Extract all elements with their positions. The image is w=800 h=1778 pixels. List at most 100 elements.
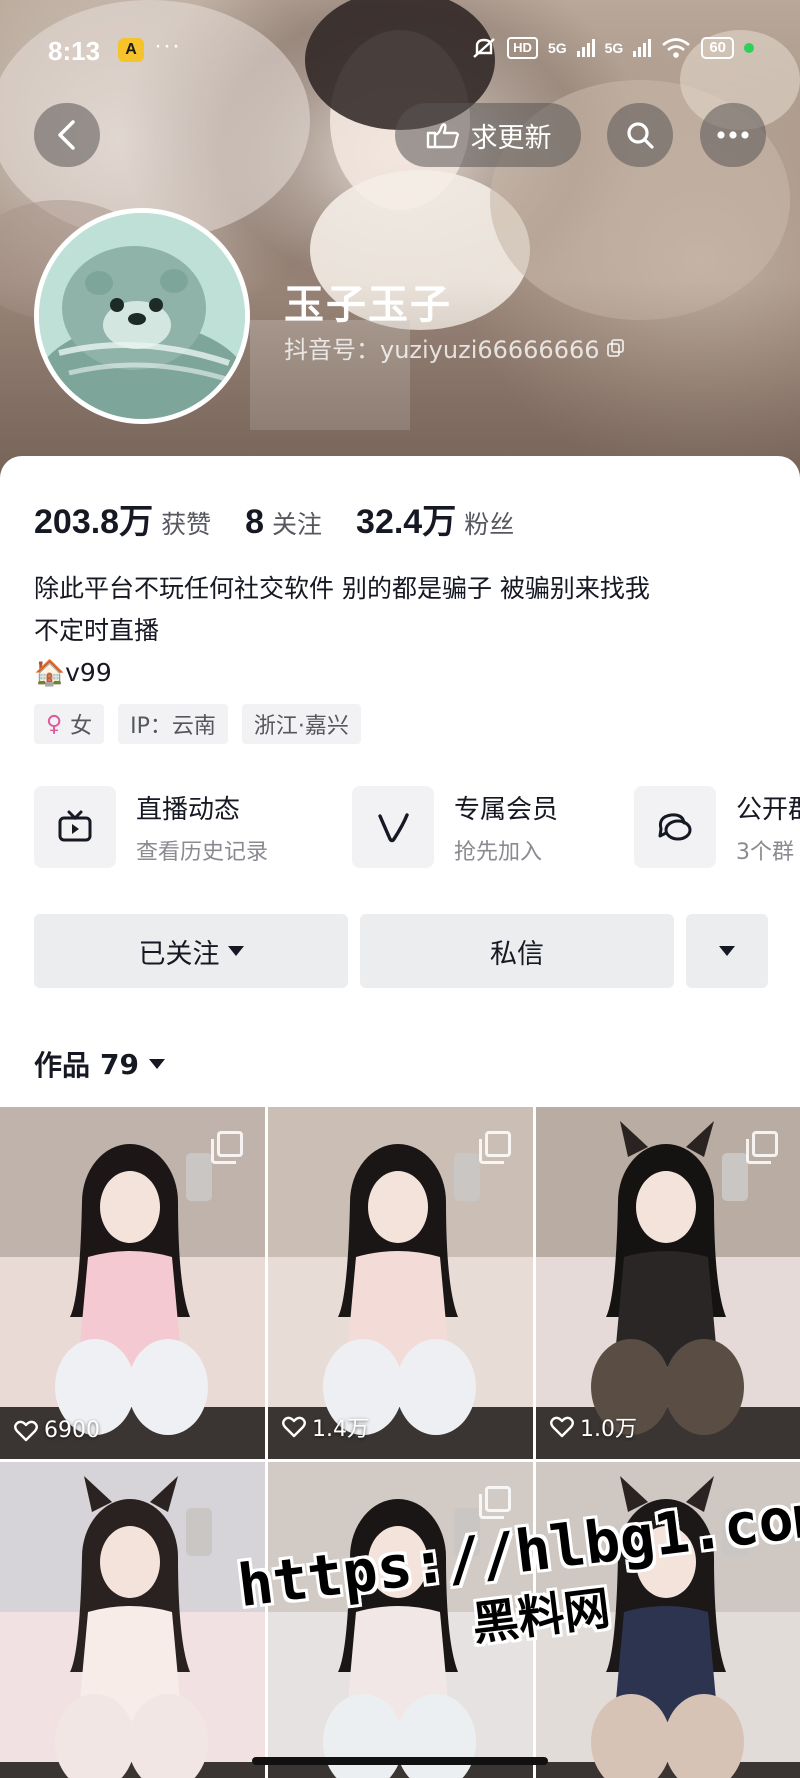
feature-live-history[interactable]: 直播动态 查看历史记录 <box>34 786 268 868</box>
network-label-1: 5G <box>547 40 567 56</box>
feature-member-title: 专属会员 <box>454 794 559 825</box>
video-tile[interactable]: 6900 <box>0 1107 265 1459</box>
video-tile[interactable]: 1.4万 <box>268 1107 533 1459</box>
member-v-icon <box>378 813 409 843</box>
ip-location-tag: IP：云南 <box>118 704 228 744</box>
signal-bars-icon-2 <box>633 39 652 57</box>
more-dots-icon <box>717 131 749 139</box>
tile-likes-count: 1.4万 <box>312 1417 369 1442</box>
privacy-indicator-dot <box>744 43 754 53</box>
female-icon: ♀ <box>46 711 63 737</box>
feature-public-groups[interactable]: 公开群 3个群 <box>634 786 800 868</box>
status-right: HD 5G 5G 60 <box>471 36 754 60</box>
status-bar: 8:13 A ··· HD 5G 5G 60 <box>0 30 800 70</box>
stat-following[interactable]: 8 关注 <box>245 503 322 542</box>
tile-likes-count: 6900 <box>44 1418 100 1443</box>
recommend-dropdown-button[interactable] <box>686 914 768 988</box>
works-tab[interactable]: 作品 79 <box>34 1044 165 1084</box>
works-grid: 6900 1.4万 1.0万 <box>0 1107 800 1778</box>
heart-icon <box>550 1416 574 1438</box>
feature-membership[interactable]: 专属会员 抢先加入 <box>352 786 558 868</box>
tv-icon <box>58 810 92 842</box>
stat-likes[interactable]: 203.8万 获赞 <box>34 494 211 543</box>
chevron-left-icon <box>58 120 75 150</box>
request-update-label: 求更新 <box>470 122 552 154</box>
mute-icon <box>473 38 495 58</box>
search-button[interactable] <box>607 103 673 167</box>
feature-group-sub: 3个群 <box>736 839 794 865</box>
city-label: 浙江·嘉兴 <box>253 714 349 739</box>
caret-down-icon <box>227 946 244 956</box>
pointing-hand-icon <box>426 123 459 149</box>
following-button-label: 已关注 <box>138 938 220 970</box>
feature-member-icon-box <box>352 786 434 868</box>
back-button[interactable] <box>34 103 100 167</box>
heart-icon <box>282 1416 306 1438</box>
video-tile[interactable] <box>0 1462 265 1778</box>
request-update-button[interactable]: 求更新 <box>395 103 581 167</box>
action-buttons: 已关注 私信 <box>34 914 768 988</box>
avatar[interactable] <box>34 208 250 424</box>
stat-following-value: 8 <box>245 503 265 541</box>
avatar-otter-image <box>39 213 245 419</box>
tile-likes: 1.0万 <box>550 1411 637 1443</box>
works-caret-down-icon <box>148 1059 165 1069</box>
bio-line-2: 不定时直播 <box>34 616 160 645</box>
video-tile[interactable]: 1.0万 <box>536 1107 800 1459</box>
status-time: 8:13 <box>48 36 101 66</box>
works-count: 79 <box>100 1047 139 1081</box>
notification-app-icon: A <box>118 38 144 62</box>
profile-cover: 8:13 A ··· HD 5G 5G 60 求更新 玉子玉子 抖音号：yuzi… <box>0 0 800 480</box>
ip-location-label: IP：云南 <box>130 714 216 739</box>
stat-likes-label: 获赞 <box>161 510 212 539</box>
bio-line-3: 🏠v99 <box>34 658 112 687</box>
heart-icon <box>14 1420 38 1441</box>
feature-live-icon-box <box>34 786 116 868</box>
stat-following-label: 关注 <box>272 510 323 539</box>
copy-icon[interactable] <box>606 338 626 358</box>
feature-live-title: 直播动态 <box>136 794 241 825</box>
battery-level: 60 <box>701 37 734 59</box>
tile-likes: 1.4万 <box>282 1411 369 1443</box>
multi-image-icon <box>211 1131 243 1164</box>
status-overflow-icon: ··· <box>154 32 181 59</box>
stat-followers[interactable]: 32.4万 粉丝 <box>356 494 514 543</box>
more-options-button[interactable] <box>700 103 766 167</box>
following-button[interactable]: 已关注 <box>34 914 348 988</box>
gender-label: 女 <box>70 714 93 739</box>
works-label: 作品 <box>34 1049 91 1082</box>
video-thumbnail <box>0 1462 265 1778</box>
feature-row: 直播动态 查看历史记录 专属会员 抢先加入 公开 3个群 <box>34 786 800 876</box>
stat-followers-value: 32.4万 <box>356 503 457 541</box>
tile-likes: 6900 <box>14 1418 100 1443</box>
multi-image-icon <box>479 1131 511 1164</box>
feature-member-sub: 抢先加入 <box>454 839 543 865</box>
message-button-label: 私信 <box>490 938 544 970</box>
profile-stats: 203.8万 获赞 8 关注 32.4万 粉丝 <box>34 494 514 543</box>
search-icon <box>627 122 654 149</box>
multi-image-icon <box>479 1486 511 1519</box>
home-indicator[interactable] <box>252 1757 548 1765</box>
douyin-id[interactable]: 抖音号：yuziyuzi66666666 <box>284 330 626 365</box>
profile-nickname: 玉子玉子 <box>284 282 452 328</box>
hd-badge: HD <box>507 37 538 59</box>
wifi-icon <box>662 38 691 58</box>
group-chat-icon <box>658 813 692 841</box>
feature-group-icon-box <box>634 786 716 868</box>
profile-card: 203.8万 获赞 8 关注 32.4万 粉丝 除此平台不玩任何社交软件 别的都… <box>0 456 800 1106</box>
profile-tags: ♀ 女 IP：云南 浙江·嘉兴 <box>34 704 361 744</box>
stat-likes-value: 203.8万 <box>34 503 154 541</box>
network-label-2: 5G <box>604 40 624 56</box>
multi-image-icon <box>746 1131 778 1164</box>
gender-tag: ♀ 女 <box>34 704 105 744</box>
stat-followers-label: 粉丝 <box>464 510 515 539</box>
signal-bars-icon <box>576 39 595 57</box>
caret-down-icon-2 <box>719 946 735 956</box>
feature-live-sub: 查看历史记录 <box>136 839 269 865</box>
tile-likes-count: 1.0万 <box>580 1417 637 1442</box>
city-tag: 浙江·嘉兴 <box>241 704 361 744</box>
profile-bio: 除此平台不玩任何社交软件 别的都是骗子 被骗别来找我 不定时直播 🏠v99 <box>34 568 774 694</box>
feature-group-title: 公开群 <box>736 794 800 825</box>
message-button[interactable]: 私信 <box>360 914 674 988</box>
douyin-id-text: 抖音号：yuziyuzi66666666 <box>284 336 600 364</box>
